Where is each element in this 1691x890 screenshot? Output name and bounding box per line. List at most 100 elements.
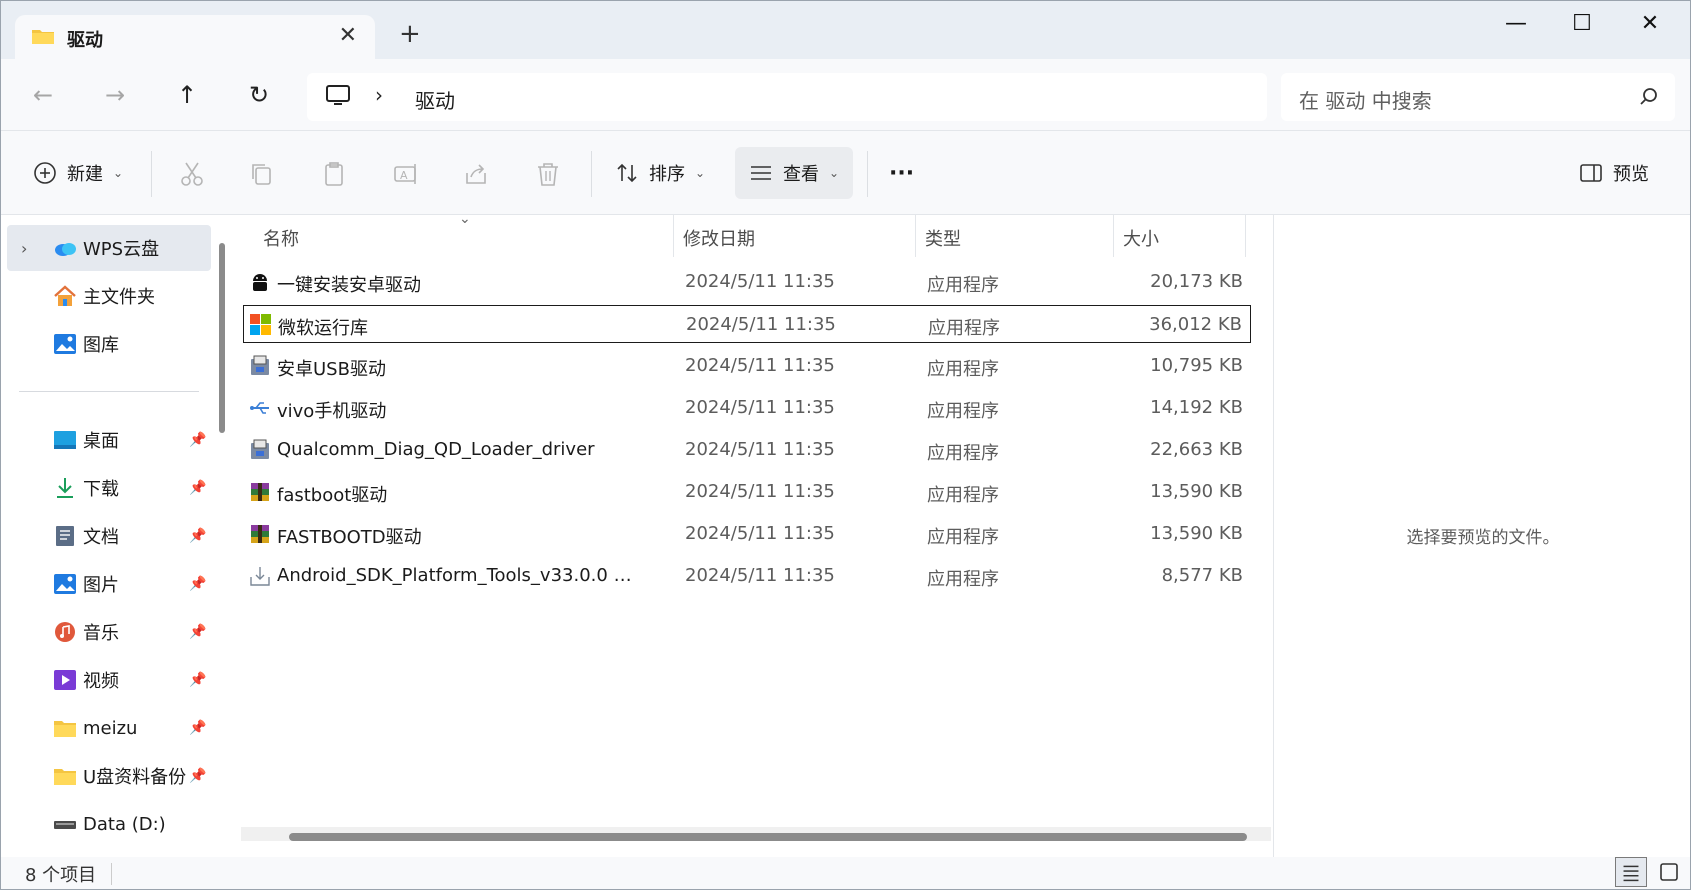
microsoft-icon bbox=[250, 314, 271, 335]
file-row[interactable]: FASTBOOTD驱动 2024/5/11 11:35 应用程序 13,590 … bbox=[243, 515, 1251, 553]
more-options-button[interactable]: ··· bbox=[889, 147, 914, 199]
sidebar-item-videos[interactable]: 视频 📌 bbox=[7, 657, 211, 703]
divider bbox=[111, 863, 112, 885]
file-size: 13,590 KB bbox=[1150, 523, 1243, 544]
close-tab-button[interactable]: ✕ bbox=[339, 23, 357, 48]
column-header-type[interactable]: 类型 bbox=[925, 225, 961, 251]
column-divider[interactable] bbox=[915, 215, 916, 257]
up-button[interactable]: ↑ bbox=[169, 77, 205, 113]
horizontal-scrollbar-thumb[interactable] bbox=[289, 833, 1247, 841]
sidebar-item-label: 音乐 bbox=[83, 623, 119, 644]
column-header-date[interactable]: 修改日期 bbox=[683, 225, 755, 251]
forward-button[interactable]: → bbox=[97, 77, 133, 113]
sidebar-item-label: 图片 bbox=[83, 575, 119, 596]
file-row[interactable]: fastboot驱动 2024/5/11 11:35 应用程序 13,590 K… bbox=[243, 473, 1251, 511]
sidebar-item-documents[interactable]: 文档 📌 bbox=[7, 513, 211, 559]
file-row[interactable]: Qualcomm_Diag_QD_Loader_driver 2024/5/11… bbox=[243, 431, 1251, 469]
tab-drivers[interactable]: 驱动 ✕ bbox=[15, 15, 375, 63]
file-explorer-window: 驱动 ✕ + — ☐ ✕ ← → ↑ ↻ › 驱动 在 驱动 中搜索 新建 ⌄ … bbox=[0, 0, 1691, 890]
command-bar: 新建 ⌄ A 排序 ⌄ 查看 ⌄ ··· 预览 bbox=[1, 131, 1690, 215]
preview-pane-button[interactable]: 预览 bbox=[1579, 147, 1649, 199]
column-header-name[interactable]: 名称 bbox=[263, 225, 299, 251]
sidebar-item-pictures[interactable]: 图片 📌 bbox=[7, 561, 211, 607]
column-divider[interactable] bbox=[673, 215, 674, 257]
svg-text:A: A bbox=[400, 169, 408, 182]
installer-icon bbox=[251, 355, 269, 375]
navigation-pane: › WPS云盘 主文件夹 图库 桌面 📌 下载 📌 文档 📌 图片 📌 音乐 📌… bbox=[1, 215, 238, 857]
gallery-icon bbox=[54, 334, 76, 354]
column-divider[interactable] bbox=[1113, 215, 1114, 257]
details-view-icon[interactable] bbox=[1615, 857, 1647, 887]
search-input[interactable]: 在 驱动 中搜索 bbox=[1299, 85, 1432, 114]
sidebar-item-meizu[interactable]: meizu 📌 bbox=[7, 705, 211, 751]
maximize-button[interactable]: ☐ bbox=[1557, 9, 1607, 39]
computer-icon bbox=[326, 85, 350, 105]
installer-icon bbox=[251, 439, 269, 459]
sidebar-item-music[interactable]: 音乐 📌 bbox=[7, 609, 211, 655]
sidebar-scrollbar[interactable] bbox=[219, 243, 225, 433]
file-date: 2024/5/11 11:35 bbox=[686, 314, 836, 335]
file-size: 8,577 KB bbox=[1161, 565, 1243, 586]
rename-icon[interactable]: A bbox=[393, 161, 419, 187]
pin-icon: 📌 bbox=[189, 624, 207, 640]
tab-title: 驱动 bbox=[67, 30, 103, 51]
file-date: 2024/5/11 11:35 bbox=[685, 397, 835, 418]
folder-icon bbox=[54, 769, 76, 785]
file-date: 2024/5/11 11:35 bbox=[685, 523, 835, 544]
folder-icon bbox=[32, 30, 54, 44]
sidebar-item-data-drive[interactable]: Data (D:) bbox=[7, 801, 211, 847]
more-icon: ··· bbox=[889, 160, 915, 186]
pin-icon: 📌 bbox=[189, 480, 207, 496]
pin-icon: 📌 bbox=[189, 528, 207, 544]
preview-pane-icon bbox=[1580, 164, 1602, 182]
tiles-view-icon[interactable] bbox=[1653, 857, 1685, 887]
file-row[interactable]: vivo手机驱动 2024/5/11 11:35 应用程序 14,192 KB bbox=[243, 389, 1251, 427]
status-bar: 8 个项目 bbox=[1, 857, 1690, 889]
breadcrumb-drivers[interactable]: 驱动 bbox=[415, 85, 455, 114]
sidebar-item-downloads[interactable]: 下载 📌 bbox=[7, 465, 211, 511]
refresh-button[interactable]: ↻ bbox=[241, 77, 277, 113]
file-size: 20,173 KB bbox=[1150, 271, 1243, 292]
sidebar-item-gallery[interactable]: 图库 bbox=[7, 321, 211, 367]
usb-icon bbox=[250, 402, 269, 414]
chevron-down-icon: ⌄ bbox=[695, 166, 706, 180]
new-tab-button[interactable]: + bbox=[399, 19, 421, 49]
delete-icon[interactable] bbox=[535, 161, 561, 187]
sidebar-item-usb-backup[interactable]: U盘资料备份 📌 bbox=[7, 753, 211, 799]
column-divider[interactable] bbox=[1245, 215, 1246, 257]
view-button[interactable]: 查看 ⌄ bbox=[735, 147, 854, 199]
file-type: 应用程序 bbox=[927, 401, 999, 422]
sidebar-item-label: 主文件夹 bbox=[83, 287, 155, 308]
divider bbox=[867, 151, 868, 197]
winrar-icon bbox=[251, 525, 269, 543]
file-row[interactable]: Android_SDK_Platform_Tools_v33.0.0 (Pack… bbox=[243, 557, 1251, 595]
file-row[interactable]: 微软运行库 2024/5/11 11:35 应用程序 36,012 KB bbox=[243, 305, 1251, 343]
file-row[interactable]: 安卓USB驱动 2024/5/11 11:35 应用程序 10,795 KB bbox=[243, 347, 1251, 385]
column-header-size[interactable]: 大小 bbox=[1123, 225, 1159, 251]
cut-icon[interactable] bbox=[179, 161, 205, 187]
search-box[interactable]: 在 驱动 中搜索 bbox=[1281, 73, 1675, 121]
minimize-button[interactable]: — bbox=[1491, 9, 1541, 39]
sidebar-item-desktop[interactable]: 桌面 📌 bbox=[7, 417, 211, 463]
divider bbox=[591, 151, 592, 197]
copy-icon[interactable] bbox=[249, 161, 275, 187]
new-button[interactable]: 新建 ⌄ bbox=[33, 147, 123, 199]
pin-icon: 📌 bbox=[189, 720, 207, 736]
sort-indicator-icon: ⌄ bbox=[459, 211, 471, 227]
sort-button[interactable]: 排序 ⌄ bbox=[615, 147, 705, 199]
paste-icon[interactable] bbox=[321, 161, 347, 187]
chevron-right-icon[interactable]: › bbox=[21, 239, 27, 258]
share-icon[interactable] bbox=[463, 161, 489, 187]
file-name: FASTBOOTD驱动 bbox=[277, 527, 422, 548]
sidebar-item-home[interactable]: 主文件夹 bbox=[7, 273, 211, 319]
preview-pane: 选择要预览的文件。 bbox=[1273, 215, 1690, 857]
preview-label: 预览 bbox=[1613, 164, 1649, 185]
sidebar-item-wps-cloud[interactable]: › WPS云盘 bbox=[7, 225, 211, 271]
back-button[interactable]: ← bbox=[25, 77, 61, 113]
folder-icon bbox=[54, 721, 76, 737]
divider bbox=[151, 151, 152, 197]
sort-icon bbox=[617, 163, 637, 183]
close-window-button[interactable]: ✕ bbox=[1625, 9, 1675, 39]
address-bar[interactable]: › 驱动 bbox=[307, 73, 1267, 121]
file-row[interactable]: 一键安装安卓驱动 2024/5/11 11:35 应用程序 20,173 KB bbox=[243, 263, 1251, 301]
